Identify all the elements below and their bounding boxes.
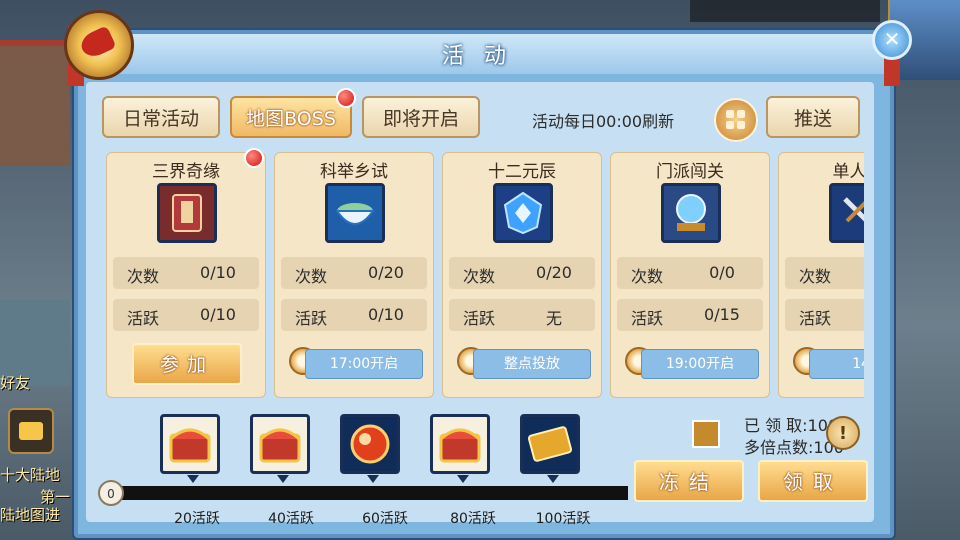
card-title: 科举乡试 — [320, 162, 388, 182]
push-button[interactable]: 推送 — [766, 96, 860, 138]
tab-daily[interactable]: 日常活动 — [102, 96, 220, 138]
content-panel: 日常活动 地图BOSS 即将开启 活动每日00:00刷新 推送 三界奇缘 次数 0… — [86, 82, 874, 527]
milestone-label: 20活跃 — [174, 511, 220, 527]
card-title: 三界奇缘 — [152, 162, 220, 182]
count-row: 次数 0/10 — [113, 257, 259, 289]
milestone-label: 40活跃 — [268, 511, 314, 527]
refresh-note: 活动每日00:00刷新 — [532, 112, 675, 131]
blue-gem-icon — [493, 183, 553, 243]
tab-map-boss-label: 地图BOSS — [246, 108, 336, 130]
scene-text-3: 陆地图进 — [0, 506, 61, 524]
close-icon: ✕ — [883, 27, 901, 51]
card-title: 门派闯关 — [656, 162, 724, 182]
open-time: 整点投放 — [473, 349, 591, 379]
card-notification-badge — [244, 148, 264, 168]
close-button[interactable]: ✕ — [872, 20, 912, 60]
activity-progress-track — [108, 486, 628, 500]
soup-bowl-icon — [325, 183, 385, 243]
count-row: 次数 0/20 — [281, 257, 427, 289]
activity-rewards — [86, 412, 686, 522]
activity-dialog: 活动 ✕ 日常活动 地图BOSS 即将开启 活动每日00:00刷新 推送 三界奇… — [64, 10, 912, 538]
activity-card[interactable]: 门派闯关 次数 0/0 活跃 0/15 19:00开启 — [610, 152, 770, 398]
horn-icon — [64, 10, 134, 80]
active-row: 活跃无 — [449, 299, 595, 331]
dialog-title: 活动 — [441, 44, 526, 69]
chat-button[interactable] — [8, 408, 54, 454]
activity-card[interactable]: 十二元辰 次数 0/20 活跃无 整点投放 — [442, 152, 602, 398]
join-button[interactable]: 参加 — [132, 343, 242, 385]
open-time: 19:00开启 — [641, 349, 759, 379]
milestone-label: 100活跃 — [535, 511, 591, 527]
sword-icon — [829, 183, 864, 243]
received-points: 已 领 取:100 — [744, 416, 839, 435]
treasure-chest-icon[interactable] — [250, 414, 310, 483]
vip-card-icon[interactable] — [520, 414, 580, 483]
fire-orb-icon[interactable] — [340, 414, 400, 483]
milestone-label: 60活跃 — [362, 511, 408, 527]
count-row: 次数 0/20 — [449, 257, 595, 289]
count-row: 次数 — [785, 257, 864, 289]
open-time: 17:00开启 — [305, 349, 423, 379]
active-row: 活跃 0/10 — [113, 299, 259, 331]
treasure-chest-icon[interactable] — [160, 414, 220, 483]
multiplier-icon — [692, 420, 720, 448]
title-bar: 活动 — [78, 34, 890, 74]
resource-bar — [690, 0, 880, 22]
activity-card[interactable]: 三界奇缘 次数 0/10 活跃 0/10 参加 — [106, 152, 266, 398]
card-title: 十二元辰 — [488, 162, 556, 182]
activity-card[interactable]: 单人竞 次数 活跃 14:0 — [778, 152, 864, 398]
progress-start-marker: 0 — [98, 480, 124, 506]
chat-icon — [19, 422, 43, 440]
claim-button[interactable]: 领取 — [758, 460, 868, 502]
milestone-label: 80活跃 — [450, 511, 496, 527]
treasure-chest-icon[interactable] — [430, 414, 490, 483]
tab-notification-badge — [336, 88, 356, 108]
active-row: 活跃 0/15 — [617, 299, 763, 331]
active-row: 活跃 0/10 — [281, 299, 427, 331]
exclamation-icon: ! — [838, 423, 848, 444]
activity-card[interactable]: 科举乡试 次数 0/20 活跃 0/10 17:00开启 — [274, 152, 434, 398]
tab-upcoming[interactable]: 即将开启 — [362, 96, 480, 138]
friends-label[interactable]: 好友 — [0, 372, 30, 393]
grid-menu-button[interactable] — [714, 98, 758, 142]
active-row: 活跃 — [785, 299, 864, 331]
crystal-ball-icon — [661, 183, 721, 243]
activity-card-list[interactable]: 三界奇缘 次数 0/10 活跃 0/10 参加 科举乡试 次数 0/20 活跃 0/10… — [106, 152, 864, 402]
freeze-button[interactable]: 冻结 — [634, 460, 744, 502]
scene-text-1: 十大陆地 — [0, 466, 61, 484]
help-button[interactable]: ! — [826, 416, 860, 450]
red-book-icon — [157, 183, 217, 243]
card-title: 单人竞 — [832, 162, 865, 182]
open-time: 14:0 — [809, 349, 864, 379]
tab-map-boss[interactable]: 地图BOSS — [230, 96, 352, 138]
count-row: 次数 0/0 — [617, 257, 763, 289]
